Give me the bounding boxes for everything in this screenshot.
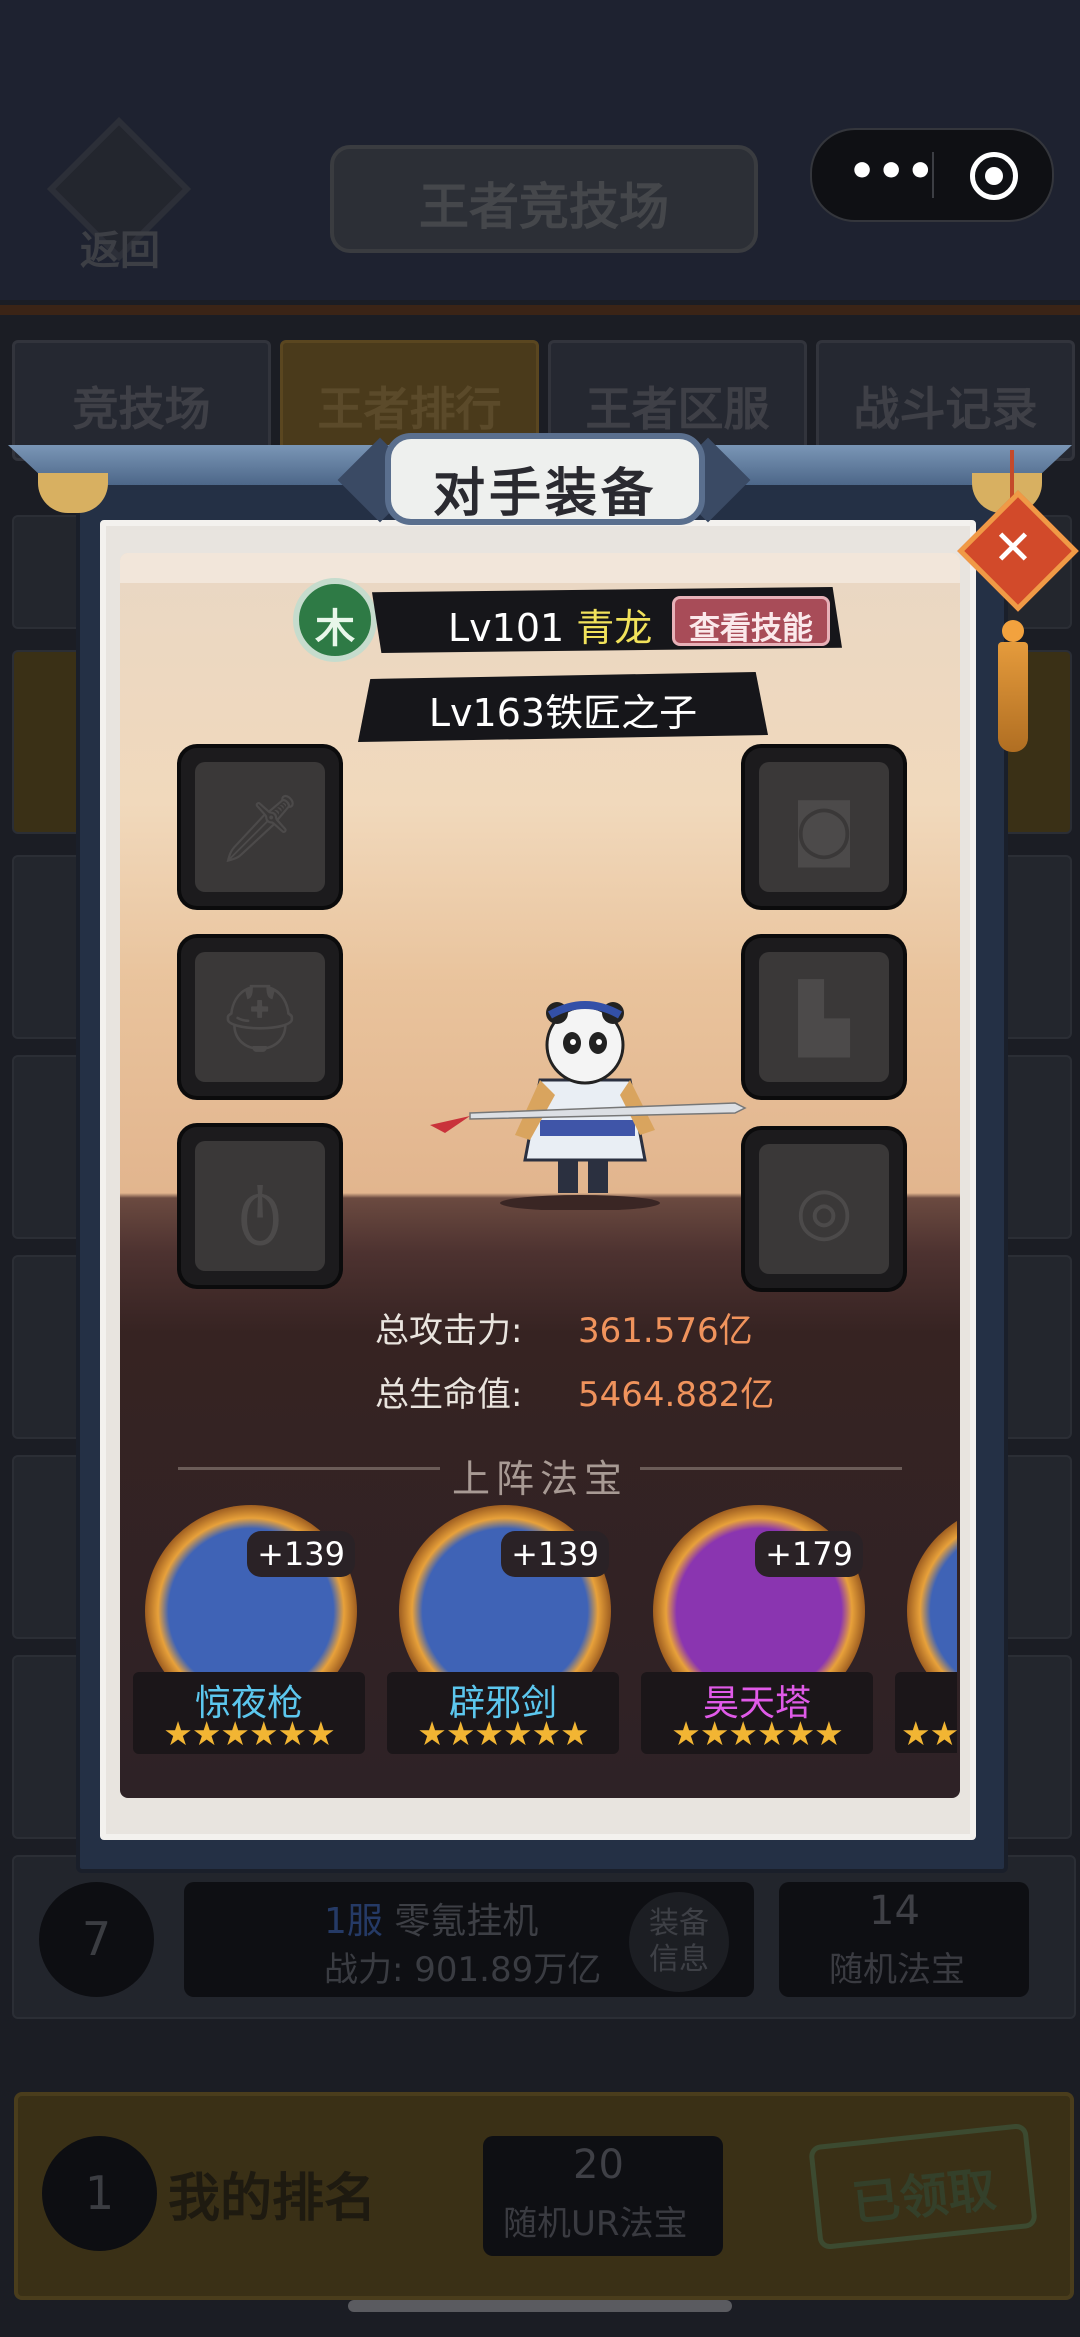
equipment-slot-weapon[interactable]: 🗡	[181, 748, 339, 906]
page-title-plaque: 王者竞技场	[330, 145, 758, 253]
close-icon: ✕	[992, 520, 1034, 576]
modal-title: 对手装备	[432, 463, 657, 524]
player-power: 战力: 901.89万亿	[324, 1950, 602, 1990]
equipment-slot-boots[interactable]: ▙	[745, 938, 903, 1096]
view-skills-button[interactable]: 查看技能	[672, 596, 830, 647]
my-rank-bar: 1 我的排名 20 随机UR法宝 已领取	[14, 2092, 1074, 2300]
dagger-icon: 🗡	[218, 790, 302, 867]
table-row[interactable]: 7 1服 零氪挂机 战力: 901.89万亿 装备 信息 14 随机法宝	[12, 1855, 1076, 2019]
divider	[0, 305, 1080, 315]
rank-badge: 7	[39, 1882, 154, 1997]
treasure-level: +139	[247, 1531, 355, 1577]
list-item	[12, 650, 86, 834]
equipment-slot-armor[interactable]: ◙	[745, 748, 903, 906]
total-hp-label: 总生命值:	[375, 1375, 523, 1415]
list-item	[12, 1455, 86, 1639]
list-item	[998, 855, 1072, 1039]
treasure-level: +139	[501, 1531, 609, 1577]
divider	[640, 1467, 902, 1470]
my-reward-card: 20 随机UR法宝	[483, 2136, 723, 2256]
more-icon[interactable]: •••	[848, 150, 934, 200]
page-title: 王者竞技场	[419, 177, 669, 236]
list-item	[12, 1255, 86, 1439]
total-hp-value: 5464.882亿	[578, 1375, 775, 1415]
list-item	[998, 1455, 1072, 1639]
close-button[interactable]: ✕	[957, 450, 1079, 760]
treasure-card-partial-clip: ★★★★★★	[895, 1505, 957, 1753]
element-badge: 木	[293, 578, 377, 662]
treasure-card[interactable]: ★★★★★★	[895, 1505, 957, 1753]
star-rating: ★★★★★★	[163, 1714, 336, 1753]
reward-count: 14	[869, 1888, 920, 1934]
equipment-info-button[interactable]: 装备 信息	[629, 1892, 729, 1992]
star-rating: ★★★★★★	[671, 1714, 844, 1753]
hero-level-name: Lv101 青龙	[448, 606, 653, 650]
list-item	[12, 1055, 86, 1239]
player-name: 1服 零氪挂机	[324, 1901, 539, 1942]
list-item	[12, 855, 86, 1039]
claimed-stamp: 已领取	[808, 2122, 1038, 2251]
hero-name: 青龙	[576, 606, 653, 650]
tab-battle-records[interactable]: 战斗记录	[816, 340, 1075, 461]
total-attack-label: 总攻击力:	[375, 1311, 523, 1351]
my-reward-count: 20	[573, 2142, 624, 2188]
mini-program-capsule: •••	[810, 128, 1054, 222]
armor-icon: ◙	[791, 790, 857, 867]
list-item	[998, 1655, 1072, 1839]
my-reward-label: 随机UR法宝	[503, 2204, 688, 2244]
reward-card: 14 随机法宝	[779, 1882, 1029, 1997]
necklace-icon: ტ	[238, 1169, 282, 1246]
modal-title-banner: 对手装备	[337, 425, 751, 535]
my-rank-badge: 1	[42, 2136, 157, 2251]
boots-icon: ▙	[798, 980, 850, 1057]
player-card: 1服 零氪挂机 战力: 901.89万亿 装备 信息	[184, 1882, 754, 1997]
treasure-card[interactable]: +139 辟邪剑 ★★★★★★	[387, 1505, 619, 1754]
star-rating: ★★★★★★	[901, 1714, 957, 1753]
helmet-icon: ⛑	[218, 980, 302, 1057]
my-rank-label: 我的排名	[168, 2168, 377, 2229]
treasure-card[interactable]: +179 昊天塔 ★★★★★★	[641, 1505, 873, 1754]
target-icon[interactable]	[970, 152, 1018, 200]
tassel-icon	[998, 642, 1028, 752]
equipment-slot-necklace[interactable]: ტ	[181, 1127, 339, 1285]
belt-icon: ◎	[795, 1172, 853, 1249]
list-item	[998, 1055, 1072, 1239]
tab-arena[interactable]: 竞技场	[12, 340, 271, 461]
equipment-slot-helmet[interactable]: ⛑	[181, 938, 339, 1096]
home-indicator	[348, 2300, 732, 2312]
star-rating: ★★★★★★	[417, 1714, 590, 1753]
list-item	[998, 1255, 1072, 1439]
back-label: 返回	[80, 227, 160, 274]
capsule-divider	[932, 152, 934, 198]
back-button[interactable]: 返回	[46, 116, 192, 274]
divider	[178, 1467, 440, 1470]
panda-warrior-character	[430, 1001, 747, 1210]
list-header-edge	[12, 515, 86, 629]
total-attack-value: 361.576亿	[578, 1311, 753, 1351]
treasure-card[interactable]: +139 惊夜枪 ★★★★★★	[133, 1505, 365, 1754]
equipment-slot-belt[interactable]: ◎	[745, 1130, 903, 1288]
section-title: 上阵法宝	[451, 1457, 628, 1501]
treasure-level: +179	[755, 1531, 863, 1577]
top-bar: 返回 王者竞技场 •••	[0, 0, 1080, 300]
list-item	[12, 1655, 86, 1839]
player-level-name: Lv163铁匠之子	[428, 691, 698, 735]
reward-label: 随机法宝	[829, 1950, 965, 1990]
